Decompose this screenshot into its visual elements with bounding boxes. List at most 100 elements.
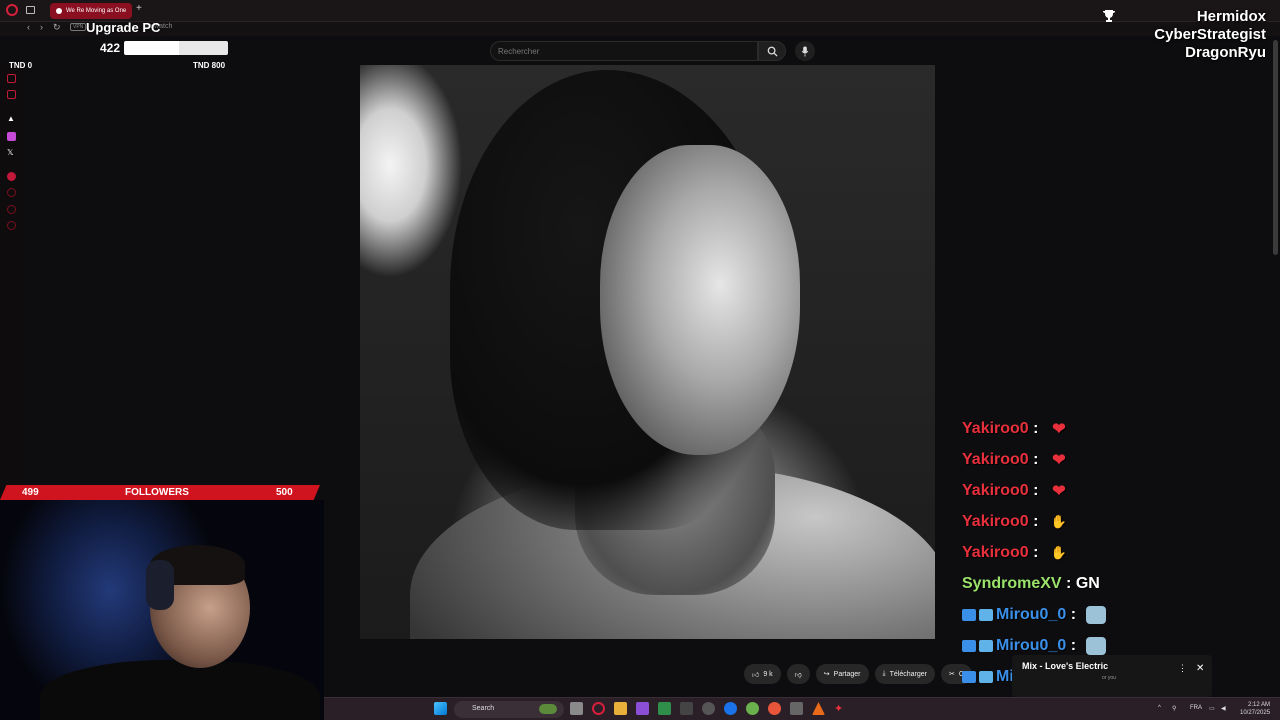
- vlc-icon[interactable]: [812, 702, 825, 715]
- heart-emote-icon: ❤: [1052, 420, 1066, 438]
- sidebar-history-icon[interactable]: [7, 188, 16, 197]
- chat-username[interactable]: Yakiroo0: [962, 513, 1029, 531]
- sidebar-messenger-icon[interactable]: [7, 132, 16, 141]
- more-options-icon[interactable]: ⋮: [1178, 663, 1187, 674]
- like-button[interactable]: 👍︎ 9 k: [744, 664, 781, 684]
- app-red-icon[interactable]: ✦: [834, 702, 847, 715]
- opera-logo-icon[interactable]: [6, 4, 18, 16]
- supporter-name: Hermidox: [1196, 8, 1266, 25]
- firefox-icon[interactable]: [768, 702, 781, 715]
- widget-icon[interactable]: [539, 704, 557, 714]
- chat-text: GN: [1075, 574, 1100, 592]
- browser-tab-active[interactable]: We Re Moving as One: [50, 3, 132, 19]
- chat-separator: :: [1028, 419, 1043, 437]
- microphone-icon: [801, 45, 809, 57]
- speaker-icon: [56, 8, 62, 14]
- chat-username[interactable]: SyndromeXV: [962, 575, 1062, 593]
- back-arrow-icon[interactable]: ‹: [27, 22, 30, 32]
- chat-separator: :: [1028, 450, 1043, 468]
- page-scrollbar[interactable]: [1273, 40, 1278, 255]
- address-bar: [0, 22, 1280, 36]
- browser-tab-bar: We Re Moving as One +: [0, 0, 1280, 22]
- close-icon[interactable]: ✕: [1196, 663, 1204, 674]
- chat-overlay: Yakiroo0 : ❤ Yakiroo0 : ❤ Yakiroo0 : ❤ Yaki…: [962, 413, 1262, 692]
- chat-username[interactable]: Yakiroo0: [962, 451, 1029, 469]
- toast-title: Mix - Love's Electric: [1022, 661, 1109, 671]
- dislike-button[interactable]: 👎︎: [786, 664, 810, 684]
- volume-icon[interactable]: ◀: [1221, 705, 1226, 712]
- webcam-body: [40, 660, 320, 720]
- toast-subtitle: or you: [1102, 675, 1116, 681]
- chat-username[interactable]: Yakiroo0: [962, 420, 1029, 438]
- spreadsheet-icon[interactable]: [658, 702, 671, 715]
- github-icon[interactable]: [702, 702, 715, 715]
- clock-time: 2:12 AM: [1248, 702, 1271, 708]
- video-actions: 👍︎9 k 👎︎ ↪Partager ⤓Télécharger ✂C: [744, 664, 972, 684]
- clock[interactable]: 2:12 AM 10/27/2025: [1240, 701, 1270, 717]
- video-player[interactable]: [360, 65, 935, 639]
- share-button[interactable]: ↪ Partager: [815, 664, 869, 684]
- prime-badge-icon: [962, 608, 976, 621]
- opera-taskbar-icon[interactable]: [592, 702, 605, 715]
- obs-icon[interactable]: [790, 702, 803, 715]
- chat-separator: :: [1066, 636, 1081, 654]
- goal-title: Upgrade PC: [86, 20, 161, 35]
- reload-icon[interactable]: ↻: [53, 22, 61, 33]
- sidebar-aria-icon[interactable]: ▲: [7, 114, 16, 123]
- download-label: Télécharger: [889, 670, 927, 678]
- supporter-name: CyberStrategist: [1154, 26, 1266, 43]
- wifi-icon[interactable]: ▭: [1209, 705, 1215, 712]
- browser-icon[interactable]: [724, 702, 737, 715]
- music-toast[interactable]: Mix - Love's Electric or you ⋮ ✕: [1012, 655, 1212, 697]
- sidebar-x-icon[interactable]: 𝕏: [7, 148, 16, 157]
- chat-username[interactable]: Mirou0_0: [996, 606, 1066, 624]
- task-view-icon[interactable]: [570, 702, 583, 715]
- followers-goal-bar: 499 FOLLOWERS 500: [0, 485, 320, 500]
- chat-username[interactable]: Yakiroo0: [962, 482, 1029, 500]
- sidebar-music-icon[interactable]: [7, 172, 16, 181]
- prime-badge-icon: [962, 639, 976, 652]
- chat-username[interactable]: Yakiroo0: [962, 544, 1029, 562]
- search-icon: [767, 46, 778, 57]
- thumbs-down-icon: 👎︎: [794, 671, 802, 679]
- taskbar-search-label: Search: [472, 705, 495, 712]
- goal-progress-bar: [124, 41, 228, 55]
- discord-icon[interactable]: [636, 702, 649, 715]
- chat-message: Yakiroo0 : ❤: [962, 444, 1262, 475]
- search-input[interactable]: Rechercher: [490, 41, 758, 61]
- tab-title: We Re Moving as One: [66, 8, 127, 14]
- chat-separator: :: [1066, 605, 1081, 623]
- app-icon[interactable]: [746, 702, 759, 715]
- video-face: [600, 145, 800, 455]
- terminal-icon[interactable]: [680, 702, 693, 715]
- sidebar-wallet-icon[interactable]: [7, 90, 16, 99]
- language-indicator[interactable]: FRA: [1190, 705, 1202, 711]
- sub-badge-icon: [979, 639, 993, 652]
- face-emote-icon: [1086, 636, 1107, 655]
- tab-list-icon[interactable]: [26, 6, 35, 14]
- sidebar-flow-icon[interactable]: [7, 74, 16, 83]
- download-button[interactable]: ⤓ Télécharger: [874, 664, 935, 684]
- windows-start-icon[interactable]: [434, 702, 447, 715]
- hands-emote-icon: ✋: [1050, 513, 1068, 529]
- chat-message: Yakiroo0 : ❤: [962, 413, 1262, 444]
- tray-chevron-icon[interactable]: ^: [1158, 705, 1161, 711]
- chat-username[interactable]: Mirou0_0: [996, 637, 1066, 655]
- network-icon[interactable]: ⚲: [1172, 705, 1176, 712]
- new-tab-icon[interactable]: +: [136, 3, 142, 14]
- prime-badge-icon: [962, 670, 976, 683]
- clock-date: 10/27/2025: [1240, 710, 1271, 716]
- search-button[interactable]: [758, 41, 786, 61]
- sidebar-settings-icon[interactable]: [7, 221, 16, 230]
- screen: We Re Moving as One + ‹ › ↻ VPN m/watch ▲…: [0, 0, 1280, 720]
- chat-message: Mirou0_0 :: [962, 599, 1262, 630]
- sidebar-extensions-icon[interactable]: [7, 205, 16, 214]
- vpn-icon[interactable]: VPN: [70, 23, 87, 31]
- forward-arrow-icon[interactable]: ›: [40, 22, 43, 32]
- hands-emote-icon: ✋: [1050, 544, 1068, 560]
- like-count: 9 k: [763, 670, 773, 678]
- webcam-feed: [0, 500, 324, 720]
- voice-search-button[interactable]: [795, 41, 815, 61]
- goal-min-label: TND 0: [9, 61, 33, 70]
- file-explorer-icon[interactable]: [614, 702, 627, 715]
